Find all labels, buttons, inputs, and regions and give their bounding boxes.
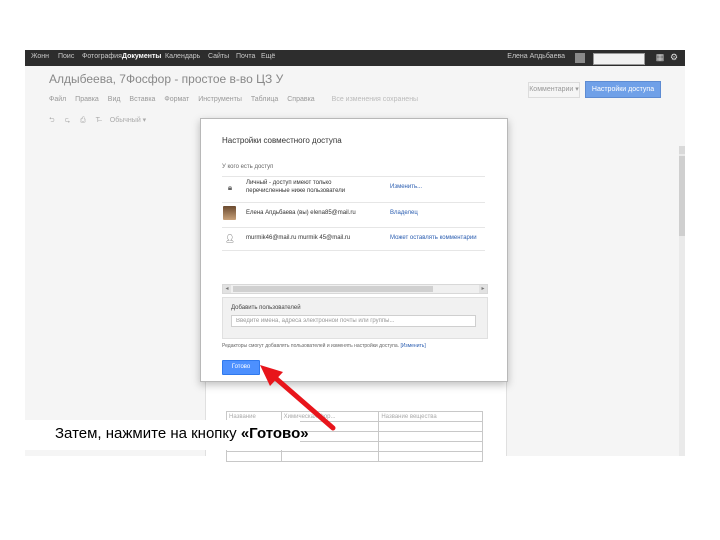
add-people-label: Добавить пользователей — [231, 305, 301, 311]
scroll-left-arrow[interactable]: ◂ — [223, 285, 231, 293]
google-top-bar: Жонн Поис Фотография Документы Календарь… — [25, 50, 685, 66]
user-avatar[interactable] — [575, 53, 585, 63]
visibility-line2: перечисленные ниже пользователи — [246, 188, 346, 194]
gear-icon[interactable]: ⚙ — [669, 52, 679, 63]
clear-format-icon[interactable]: T̶ — [96, 117, 100, 124]
document-title[interactable]: Алдыбеева, 7Фосфор - простое в-во ЦЗ У — [49, 72, 283, 86]
add-people-input[interactable] — [231, 315, 476, 327]
gbar-item-1[interactable]: Поис — [58, 53, 74, 60]
table-cell — [378, 451, 483, 462]
menu-insert[interactable]: Вставка — [129, 96, 155, 103]
share-button[interactable]: Настройки доступа — [585, 81, 661, 98]
table-cell — [280, 451, 380, 462]
access-row-collaborator: 👤︎ murmik46@mail.ru murmik 45@mail.ru Мо… — [222, 227, 485, 252]
table-header-cell: Название вещества — [378, 411, 483, 422]
access-list-empty-area — [222, 250, 485, 284]
gbar-item-6[interactable]: Почта — [236, 53, 255, 60]
editors-note-text: Редакторы смогут добавлять пользователей… — [222, 343, 400, 349]
horizontal-scrollbar[interactable]: ◂ ▸ — [222, 284, 488, 294]
lock-icon: 🔒︎ — [227, 183, 233, 192]
undo-icon[interactable]: ⮌ — [49, 117, 55, 124]
editors-note-change-link[interactable]: [Изменить] — [400, 343, 425, 349]
style-select[interactable]: Обычный ▾ — [110, 117, 146, 124]
menu-tools[interactable]: Инструменты — [198, 96, 242, 103]
gbar-item-more[interactable]: Ещё — [261, 53, 275, 60]
menu-file[interactable]: Файл — [49, 96, 66, 103]
search-box[interactable] — [593, 53, 645, 65]
table-cell — [378, 441, 483, 452]
change-visibility-link[interactable]: Изменить... — [390, 184, 422, 190]
comments-button[interactable]: Комментарии ▾ — [528, 82, 580, 98]
user-name[interactable]: Елена Апдьбаева — [507, 53, 565, 60]
scrollbar-thumb[interactable] — [679, 156, 685, 236]
collaborator-email: murmik46@mail.ru murmik 45@mail.ru — [246, 235, 351, 241]
table-cell — [378, 431, 483, 442]
gbar-item-documents[interactable]: Документы — [122, 53, 161, 60]
menu-format[interactable]: Формат — [164, 96, 189, 103]
gbar-item-0[interactable]: Жонн — [31, 53, 49, 60]
formatting-toolbar: ⮌ ⮎ ⎙ T̶ Обычный ▾ — [49, 116, 199, 126]
redo-icon[interactable]: ⮎ — [65, 117, 71, 124]
menu-bar: Файл Правка Вид Вставка Формат Инструмен… — [49, 96, 425, 108]
caption-button-name: «Готово» — [240, 425, 309, 442]
editors-note: Редакторы смогут добавлять пользователей… — [222, 343, 426, 349]
menu-table[interactable]: Таблица — [251, 96, 278, 103]
owner-name: Елена Апдьбаева (вы) elena85@mail.ru — [246, 210, 356, 216]
user-photo-icon — [223, 206, 236, 220]
table-cell — [226, 451, 282, 462]
menu-help[interactable]: Справка — [287, 96, 314, 103]
apps-icon[interactable]: ▦ — [655, 52, 665, 63]
menu-edit[interactable]: Правка — [75, 96, 99, 103]
done-button[interactable]: Готово — [222, 360, 260, 375]
saved-status: Все изменения сохранены — [331, 96, 419, 103]
access-row-visibility: 🔒︎ Личный - доступ имеют только перечисл… — [222, 176, 485, 201]
owner-role: Владелец — [390, 210, 418, 216]
visibility-line1: Личный - доступ имеют только — [246, 180, 332, 186]
print-icon[interactable]: ⎙ — [80, 117, 86, 124]
gbar-item-2[interactable]: Фотография — [82, 53, 122, 60]
gbar-item-4[interactable]: Календарь — [165, 53, 200, 60]
scroll-up-arrow[interactable] — [679, 146, 685, 154]
horizontal-scrollbar-thumb[interactable] — [233, 286, 433, 292]
person-icon: 👤︎ — [224, 234, 236, 243]
menu-view[interactable]: Вид — [108, 96, 121, 103]
dialog-title: Настройки совместного доступа — [222, 136, 342, 145]
collaborator-permission-dropdown[interactable]: Может оставлять комментарии — [390, 235, 477, 241]
access-section-label: У кого есть доступ — [222, 164, 274, 170]
gbar-item-5[interactable]: Сайты — [208, 53, 229, 60]
access-row-owner: Елена Апдьбаева (вы) elena85@mail.ru Вла… — [222, 202, 485, 227]
table-cell — [378, 421, 483, 432]
instruction-caption: Затем, нажмите на кнопку «Готово» — [55, 425, 309, 442]
scroll-right-arrow[interactable]: ▸ — [479, 285, 487, 293]
caption-text: Затем, нажмите на кнопку — [55, 425, 241, 442]
